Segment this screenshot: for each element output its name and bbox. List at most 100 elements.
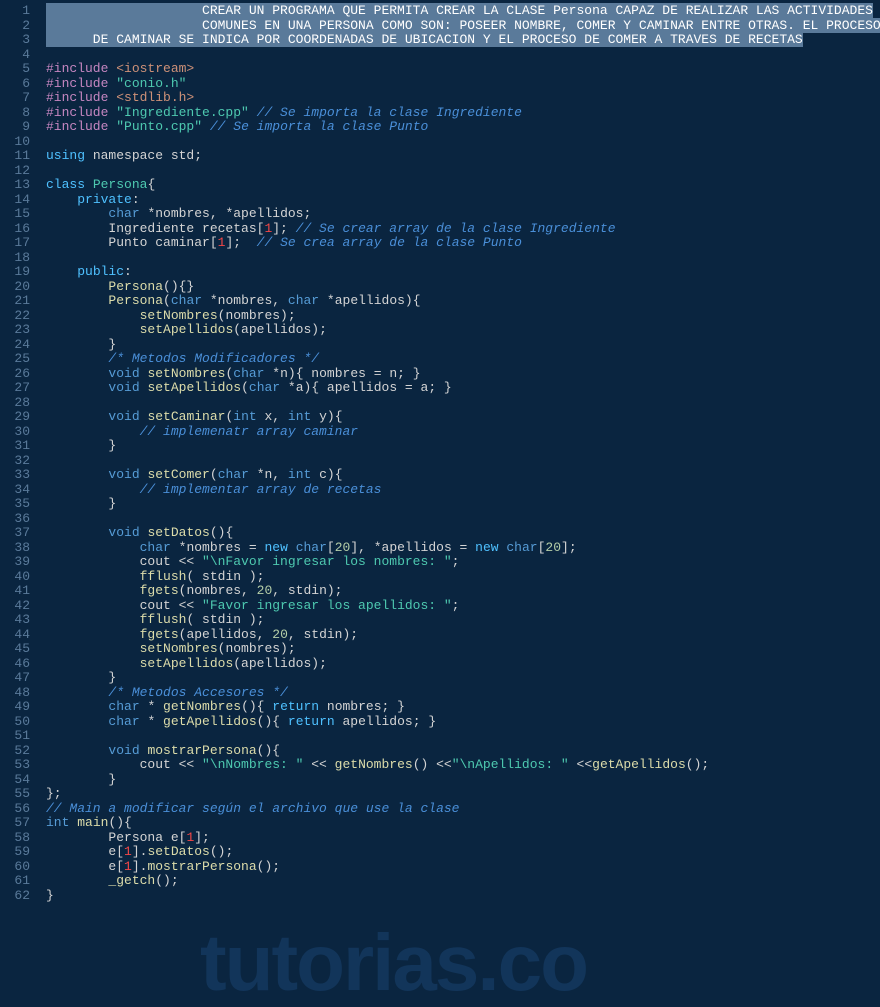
code-line[interactable]: char * getNombres(){ return nombres; } xyxy=(46,700,880,715)
code-line[interactable]: #include "Punto.cpp" // Se importa la cl… xyxy=(46,120,880,135)
code-line[interactable]: int main(){ xyxy=(46,816,880,831)
line-number: 6 xyxy=(4,77,30,92)
line-number: 35 xyxy=(4,497,30,512)
line-number: 38 xyxy=(4,541,30,556)
code-line[interactable]: setNombres(nombres); xyxy=(46,642,880,657)
code-line[interactable]: Ingrediente recetas[1]; // Se crear arra… xyxy=(46,222,880,237)
code-area[interactable]: CREAR UN PROGRAMA QUE PERMITA CREAR LA C… xyxy=(38,0,880,1000)
line-number: 28 xyxy=(4,396,30,411)
line-number: 14 xyxy=(4,193,30,208)
line-number: 4 xyxy=(4,48,30,63)
line-number: 58 xyxy=(4,831,30,846)
code-line[interactable] xyxy=(46,48,880,63)
code-line[interactable]: void setDatos(){ xyxy=(46,526,880,541)
line-number: 60 xyxy=(4,860,30,875)
code-line[interactable]: #include <iostream> xyxy=(46,62,880,77)
code-line[interactable]: e[1].mostrarPersona(); xyxy=(46,860,880,875)
code-line[interactable]: char * getApellidos(){ return apellidos;… xyxy=(46,715,880,730)
code-line[interactable]: fflush( stdin ); xyxy=(46,613,880,628)
code-line[interactable] xyxy=(46,729,880,744)
code-line[interactable]: fflush( stdin ); xyxy=(46,570,880,585)
line-number: 16 xyxy=(4,222,30,237)
code-line[interactable]: #include <stdlib.h> xyxy=(46,91,880,106)
line-number: 10 xyxy=(4,135,30,150)
code-line[interactable]: Punto caminar[1]; // Se crea array de la… xyxy=(46,236,880,251)
line-number: 3 xyxy=(4,33,30,48)
code-editor[interactable]: 1234567891011121314151617181920212223242… xyxy=(0,0,880,1000)
code-line[interactable]: void setComer(char *n, int c){ xyxy=(46,468,880,483)
code-line[interactable]: setNombres(nombres); xyxy=(46,309,880,324)
code-line[interactable]: setApellidos(apellidos); xyxy=(46,323,880,338)
code-line[interactable]: } xyxy=(46,889,880,904)
code-line[interactable]: public: xyxy=(46,265,880,280)
code-line[interactable]: }; xyxy=(46,787,880,802)
code-line[interactable]: char *nombres = new char[20], *apellidos… xyxy=(46,541,880,556)
line-number: 32 xyxy=(4,454,30,469)
code-line[interactable]: DE CAMINAR SE INDICA POR COORDENADAS DE … xyxy=(46,33,880,48)
code-line[interactable]: void mostrarPersona(){ xyxy=(46,744,880,759)
line-number: 46 xyxy=(4,657,30,672)
code-line[interactable]: } xyxy=(46,338,880,353)
code-line[interactable]: private: xyxy=(46,193,880,208)
code-line[interactable]: e[1].setDatos(); xyxy=(46,845,880,860)
code-line[interactable]: #include "Ingrediente.cpp" // Se importa… xyxy=(46,106,880,121)
line-number: 2 xyxy=(4,19,30,34)
code-line[interactable]: Persona e[1]; xyxy=(46,831,880,846)
code-line[interactable]: using namespace std; xyxy=(46,149,880,164)
line-number: 5 xyxy=(4,62,30,77)
code-line[interactable] xyxy=(46,251,880,266)
code-line[interactable]: cout << "\nFavor ingresar los nombres: "… xyxy=(46,555,880,570)
line-number: 45 xyxy=(4,642,30,657)
code-line[interactable]: /* Metodos Modificadores */ xyxy=(46,352,880,367)
line-number: 62 xyxy=(4,889,30,904)
code-line[interactable]: cout << "\nNombres: " << getNombres() <<… xyxy=(46,758,880,773)
line-number: 52 xyxy=(4,744,30,759)
line-number: 7 xyxy=(4,91,30,106)
code-line[interactable]: } xyxy=(46,671,880,686)
code-line[interactable]: // implementar array de recetas xyxy=(46,483,880,498)
code-line[interactable]: fgets(apellidos, 20, stdin); xyxy=(46,628,880,643)
line-number: 59 xyxy=(4,845,30,860)
line-number: 24 xyxy=(4,338,30,353)
code-line[interactable]: void setCaminar(int x, int y){ xyxy=(46,410,880,425)
code-line[interactable]: } xyxy=(46,497,880,512)
code-line[interactable] xyxy=(46,396,880,411)
code-line[interactable]: void setApellidos(char *a){ apellidos = … xyxy=(46,381,880,396)
line-number: 21 xyxy=(4,294,30,309)
code-line[interactable]: CREAR UN PROGRAMA QUE PERMITA CREAR LA C… xyxy=(46,4,880,19)
line-number: 25 xyxy=(4,352,30,367)
code-line[interactable]: class Persona{ xyxy=(46,178,880,193)
code-line[interactable]: Persona(){} xyxy=(46,280,880,295)
code-line[interactable]: #include "conio.h" xyxy=(46,77,880,92)
code-line[interactable] xyxy=(46,512,880,527)
line-number: 40 xyxy=(4,570,30,585)
code-line[interactable] xyxy=(46,135,880,150)
code-line[interactable]: // Main a modificar según el archivo que… xyxy=(46,802,880,817)
code-line[interactable]: // implemenatr array caminar xyxy=(46,425,880,440)
code-line[interactable] xyxy=(46,164,880,179)
code-line[interactable]: /* Metodos Accesores */ xyxy=(46,686,880,701)
code-line[interactable]: cout << "Favor ingresar los apellidos: "… xyxy=(46,599,880,614)
line-number: 30 xyxy=(4,425,30,440)
line-number: 36 xyxy=(4,512,30,527)
code-line[interactable]: fgets(nombres, 20, stdin); xyxy=(46,584,880,599)
code-line[interactable]: setApellidos(apellidos); xyxy=(46,657,880,672)
line-number: 37 xyxy=(4,526,30,541)
line-number: 13 xyxy=(4,178,30,193)
line-number: 20 xyxy=(4,280,30,295)
code-line[interactable]: char *nombres, *apellidos; xyxy=(46,207,880,222)
code-line[interactable]: _getch(); xyxy=(46,874,880,889)
line-number: 41 xyxy=(4,584,30,599)
line-number: 11 xyxy=(4,149,30,164)
line-number: 49 xyxy=(4,700,30,715)
code-line[interactable]: void setNombres(char *n){ nombres = n; } xyxy=(46,367,880,382)
line-number: 48 xyxy=(4,686,30,701)
code-line[interactable]: } xyxy=(46,773,880,788)
line-number: 54 xyxy=(4,773,30,788)
code-line[interactable]: Persona(char *nombres, char *apellidos){ xyxy=(46,294,880,309)
code-line[interactable] xyxy=(46,454,880,469)
code-line[interactable]: COMUNES EN UNA PERSONA COMO SON: POSEER … xyxy=(46,19,880,34)
line-number: 19 xyxy=(4,265,30,280)
line-number: 34 xyxy=(4,483,30,498)
code-line[interactable]: } xyxy=(46,439,880,454)
